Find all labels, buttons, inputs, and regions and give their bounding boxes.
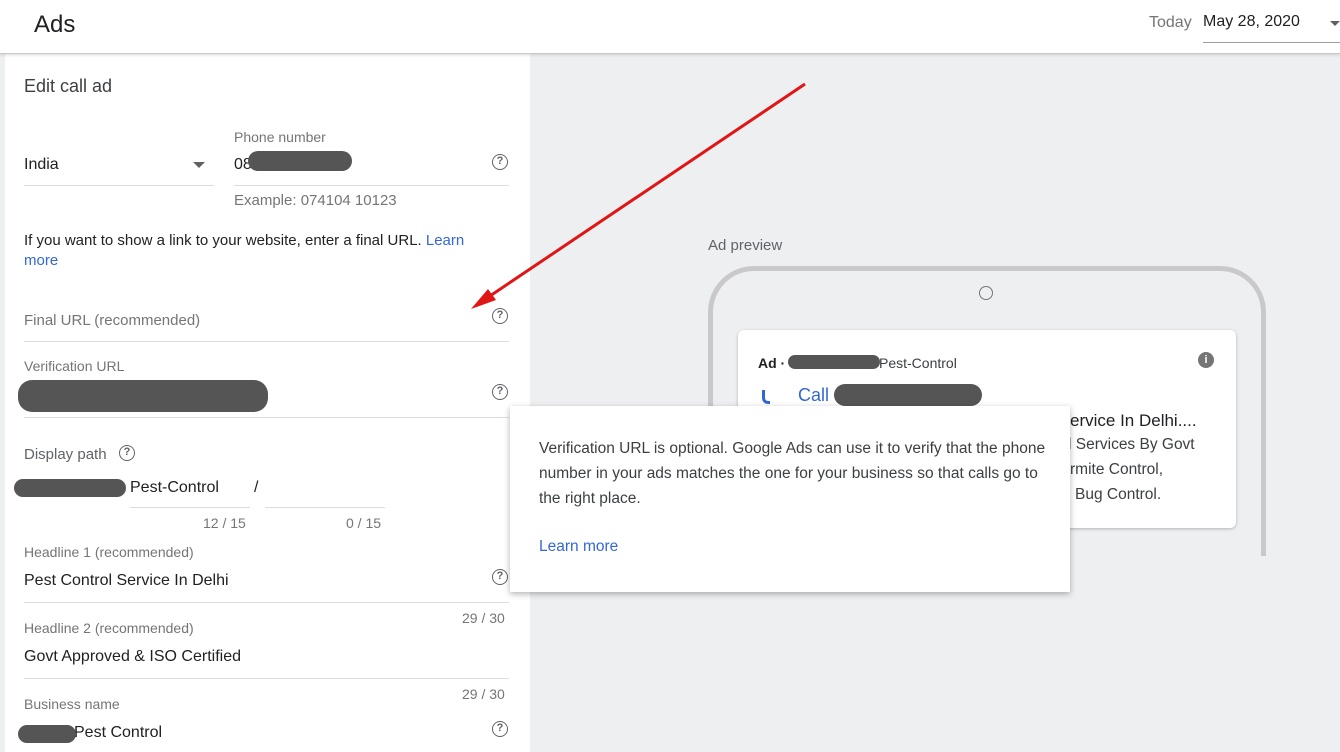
learn-more-link[interactable]: Learn (426, 232, 464, 249)
headline1-input[interactable]: Pest Control Service In Delhi (24, 562, 494, 600)
tooltip-text: Verification URL is optional. Google Ads… (539, 440, 1046, 507)
headline1-counter: 29 / 30 (462, 610, 505, 626)
ad-badge: Ad · (758, 355, 786, 371)
path2-underline (265, 507, 385, 508)
phone-underline (234, 185, 509, 186)
help-icon[interactable]: ? (492, 721, 508, 737)
call-link[interactable]: Call (798, 385, 829, 406)
display-path-label: Display path (24, 446, 107, 463)
final-url-input[interactable]: Final URL (recommended) (24, 300, 494, 340)
chevron-down-icon (193, 162, 205, 168)
date-value: May 28, 2020 (1203, 13, 1300, 30)
path2-input[interactable] (265, 470, 385, 508)
headline2-input[interactable]: Govt Approved & ISO Certified (24, 638, 494, 676)
ad-preview-label: Ad preview (708, 237, 783, 254)
date-select[interactable]: May 28, 2020 (1203, 13, 1340, 43)
country-select[interactable]: India (24, 146, 214, 186)
headline1-underline (24, 602, 509, 603)
path1-input[interactable]: Pest-Control (130, 470, 250, 508)
final-url-underline (24, 341, 509, 342)
form-heading: Edit call ad (24, 76, 113, 96)
redaction-mark (18, 725, 76, 743)
website-note: If you want to show a link to your websi… (24, 231, 514, 271)
phone-label: Phone number (234, 129, 326, 145)
country-value: India (24, 156, 59, 173)
help-icon[interactable]: ? (492, 154, 508, 170)
verification-url-tooltip: Verification URL is optional. Google Ads… (510, 406, 1070, 592)
ad-headline-partial: ervice In Delhi.... (1070, 411, 1197, 430)
help-icon[interactable]: ? (492, 569, 508, 585)
path-separator: / (254, 479, 259, 496)
redaction-mark (834, 384, 982, 406)
phone-example: Example: 074104 10123 (234, 192, 397, 209)
ad-path: Pest-Control (879, 355, 957, 371)
headline1-label: Headline 1 (recommended) (24, 544, 194, 560)
verification-url-underline (24, 417, 509, 418)
path1-value: Pest-Control (130, 479, 219, 496)
headline2-underline (24, 678, 509, 679)
learn-more-link-cont[interactable]: more (24, 252, 58, 269)
redaction-mark (18, 380, 268, 412)
ad-desc-line: l Services By Govt (1068, 436, 1195, 453)
phone-icon (762, 390, 770, 404)
tooltip-learn-more-link[interactable]: Learn more (539, 538, 618, 556)
ad-desc-line: Bug Control. (1075, 486, 1162, 503)
redaction-mark (248, 151, 352, 171)
country-underline (24, 185, 214, 186)
top-bar: Ads Today May 28, 2020 (0, 0, 1340, 54)
redaction-mark (788, 355, 880, 369)
headline2-value: Govt Approved & ISO Certified (24, 648, 241, 665)
headline2-counter: 29 / 30 (462, 686, 505, 702)
chevron-down-icon (1330, 21, 1340, 26)
business-name-label: Business name (24, 696, 120, 712)
camera-icon (979, 286, 993, 300)
final-url-placeholder: Final URL (recommended) (24, 312, 201, 329)
redaction-mark (14, 479, 126, 497)
path2-counter: 0 / 15 (346, 515, 382, 531)
business-name-input[interactable]: Pest Control (24, 714, 494, 750)
path1-counter: 12 / 15 (203, 515, 246, 531)
headline1-value: Pest Control Service In Delhi (24, 572, 229, 589)
ad-desc-line: rmite Control, (1070, 461, 1164, 478)
headline2-label: Headline 2 (recommended) (24, 620, 194, 636)
help-icon[interactable]: ? (492, 384, 508, 400)
info-icon[interactable]: i (1198, 352, 1214, 368)
verification-url-label: Verification URL (24, 358, 125, 374)
app-title: Ads (34, 11, 76, 38)
help-icon[interactable]: ? (119, 445, 135, 461)
path1-underline (130, 507, 250, 508)
business-name-suffix: Pest Control (74, 724, 163, 741)
website-note-text: If you want to show a link to your websi… (24, 232, 422, 249)
today-label: Today (1149, 14, 1192, 31)
help-icon[interactable]: ? (492, 308, 508, 324)
